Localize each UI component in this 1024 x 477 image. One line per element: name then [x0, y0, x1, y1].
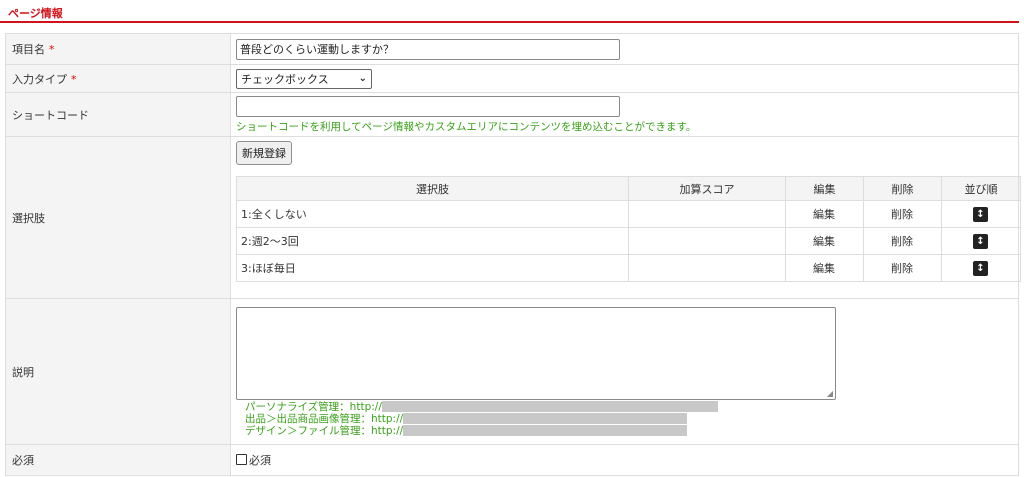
column-header-edit: 編集 — [785, 176, 864, 201]
redacted-url — [381, 401, 718, 412]
input-type-label: 入力タイプ — [12, 72, 67, 86]
column-header-sort: 並び順 — [941, 176, 1021, 201]
delete-link[interactable]: 削除 — [863, 200, 942, 228]
choices-header-row: 選択肢 加算スコア 編集 削除 並び順 — [236, 176, 1021, 201]
description-textarea[interactable]: ◢ — [236, 306, 836, 400]
required-value-cell: 必須 — [230, 444, 1019, 476]
page-info-form: 項目名 * 入力タイプ * チェックボックス ⌄ ショートコード — [5, 33, 1021, 476]
required-checkbox-wrap[interactable]: 必須 — [236, 452, 271, 468]
file-links: パーソナライズ管理：http:// 出品＞出品商品画像管理：http:// デザ… — [245, 401, 1018, 437]
delete-link[interactable]: 削除 — [863, 227, 942, 255]
section-title: ページ情報 — [8, 7, 63, 20]
shortcode-help-text: ショートコードを利用してページ情報やカスタムエリアにコンテンツを埋め込むことがで… — [236, 120, 697, 133]
choices-value-cell: 新規登録 選択肢 加算スコア 編集 削除 並び順 1:全くしない 編集 削除 ↕… — [230, 136, 1021, 299]
choices-label: 選択肢 — [12, 211, 45, 225]
choice-score — [628, 254, 786, 282]
sort-handle-icon[interactable]: ↕ — [973, 233, 988, 249]
required-checkbox[interactable] — [236, 454, 247, 466]
choices-row: 選択肢 新規登録 選択肢 加算スコア 編集 削除 並び順 1:全くしない 編集 … — [5, 136, 1021, 299]
sort-cell: ↕ — [941, 200, 1021, 228]
item-name-label-cell: 項目名 * — [5, 33, 231, 65]
input-type-row: 入力タイプ * チェックボックス ⌄ — [5, 64, 1019, 93]
choices-label-cell: 選択肢 — [5, 136, 231, 299]
choices-table: 選択肢 加算スコア 編集 削除 並び順 1:全くしない 編集 削除 ↕ 2:週2… — [236, 176, 1021, 282]
shortcode-input[interactable] — [236, 95, 620, 117]
required-mark: * — [49, 43, 55, 56]
file-link-text: デザイン＞ファイル管理：http:// — [245, 425, 404, 437]
choice-text: 2:週2〜3回 — [236, 227, 629, 255]
input-type-select[interactable]: チェックボックス ⌄ — [236, 68, 372, 89]
sort-handle-icon[interactable]: ↕ — [973, 206, 988, 222]
chevron-down-icon: ⌄ — [358, 73, 367, 84]
redacted-url — [403, 413, 688, 424]
sort-handle-icon[interactable]: ↕ — [973, 260, 988, 276]
new-choice-button[interactable]: 新規登録 — [236, 141, 292, 165]
item-name-label: 項目名 — [12, 43, 45, 56]
edit-link[interactable]: 編集 — [785, 254, 864, 282]
column-header-delete: 削除 — [863, 176, 942, 201]
section-divider — [0, 21, 1019, 23]
item-name-input[interactable] — [236, 38, 620, 60]
edit-link[interactable]: 編集 — [785, 200, 864, 228]
file-link-line: デザイン＞ファイル管理：http:// — [245, 425, 1018, 437]
redacted-url — [403, 425, 688, 436]
column-header-choice: 選択肢 — [236, 176, 629, 201]
required-label-cell: 必須 — [5, 444, 231, 476]
table-row: 2:週2〜3回 編集 削除 ↕ — [236, 227, 1021, 255]
sort-cell: ↕ — [941, 254, 1021, 282]
resize-grip-icon[interactable]: ◢ — [827, 389, 833, 398]
required-label: 必須 — [12, 454, 34, 467]
edit-link[interactable]: 編集 — [785, 227, 864, 255]
description-row: 説明 ◢ パーソナライズ管理：http:// 出品＞出品商品画像管理：http:… — [5, 298, 1019, 445]
column-header-score: 加算スコア — [628, 176, 786, 201]
shortcode-label-cell: ショートコード — [5, 92, 231, 137]
description-value-cell: ◢ パーソナライズ管理：http:// 出品＞出品商品画像管理：http:// … — [230, 298, 1019, 445]
shortcode-label: ショートコード — [12, 108, 89, 122]
table-row: 1:全くしない 編集 削除 ↕ — [236, 200, 1021, 228]
required-mark: * — [71, 72, 77, 86]
shortcode-row: ショートコード ショートコードを利用してページ情報やカスタムエリアにコンテンツを… — [5, 92, 1019, 137]
choice-score — [628, 200, 786, 228]
input-type-value-cell: チェックボックス ⌄ — [230, 64, 1019, 93]
table-row: 3:ほぼ毎日 編集 削除 ↕ — [236, 254, 1021, 282]
choice-text: 3:ほぼ毎日 — [236, 254, 629, 282]
description-label: 説明 — [12, 365, 34, 379]
delete-link[interactable]: 削除 — [863, 254, 942, 282]
shortcode-value-cell: ショートコードを利用してページ情報やカスタムエリアにコンテンツを埋め込むことがで… — [230, 92, 1019, 137]
item-name-value-cell — [230, 33, 1019, 65]
required-row: 必須 必須 — [5, 444, 1019, 476]
description-label-cell: 説明 — [5, 298, 231, 445]
item-name-row: 項目名 * — [5, 33, 1019, 65]
input-type-label-cell: 入力タイプ * — [5, 64, 231, 93]
required-checkbox-label: 必須 — [249, 453, 271, 467]
choice-score — [628, 227, 786, 255]
sort-cell: ↕ — [941, 227, 1021, 255]
input-type-selected: チェックボックス — [241, 72, 329, 86]
choice-text: 1:全くしない — [236, 200, 629, 228]
